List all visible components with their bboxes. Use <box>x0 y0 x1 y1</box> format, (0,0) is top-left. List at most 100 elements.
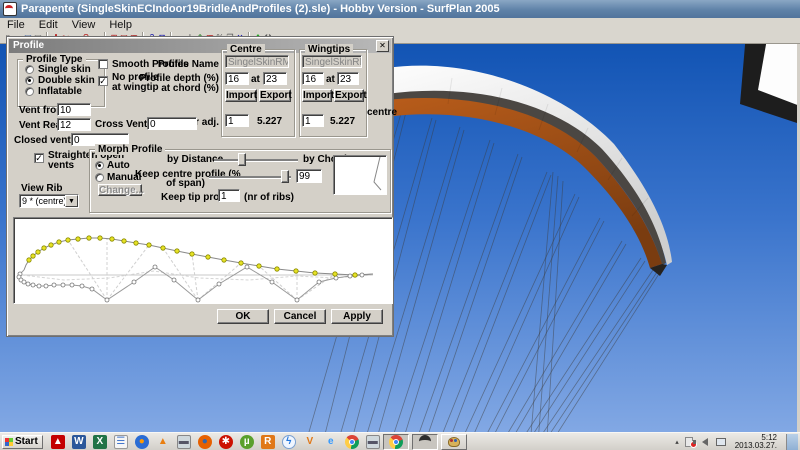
vent-front-field[interactable]: 10 <box>57 103 91 116</box>
profile-node[interactable] <box>172 278 176 282</box>
lightning-icon[interactable]: ϟ <box>282 435 296 449</box>
display-tray-icon[interactable] <box>716 436 727 447</box>
menu-help[interactable]: Help <box>102 19 139 31</box>
profile-node[interactable] <box>275 267 279 271</box>
view-rib-dropdown[interactable]: 9 * (centre) ▼ <box>19 194 79 208</box>
chrome-icon[interactable] <box>345 435 359 449</box>
radio-morph-manual[interactable] <box>95 173 104 182</box>
profile-node[interactable] <box>61 283 65 287</box>
profile-node[interactable] <box>36 250 40 254</box>
no-profile-checkbox[interactable]: ✓ <box>98 76 108 86</box>
profile-node[interactable] <box>70 283 74 287</box>
profile-node[interactable] <box>245 265 249 269</box>
profile-node[interactable] <box>31 254 35 258</box>
centre-camber-field[interactable]: 1 <box>225 114 249 127</box>
profile-node[interactable] <box>26 282 30 286</box>
centre-import-button[interactable]: Import <box>225 89 257 102</box>
profile-node[interactable] <box>190 252 194 256</box>
vent-rear-field[interactable]: 12 <box>57 118 91 131</box>
keep-centre-slider[interactable] <box>209 176 291 179</box>
profile-node[interactable] <box>295 298 299 302</box>
profile-node[interactable] <box>270 280 274 284</box>
chrome-icon-small[interactable] <box>389 435 403 449</box>
wingtips-import-button[interactable]: Import <box>302 89 332 102</box>
adobe-reader-icon[interactable]: ▲ <box>51 435 65 449</box>
profile-node[interactable] <box>196 298 200 302</box>
straighten-vents-label-2[interactable]: vents <box>48 160 74 171</box>
ok-button[interactable]: OK <box>217 309 269 324</box>
keep-centre-slider-thumb[interactable] <box>281 170 289 183</box>
centre-chord-field[interactable]: 23 <box>263 72 287 85</box>
profile-node[interactable] <box>122 239 126 243</box>
clock[interactable]: 5:12 2013.03.27. <box>735 434 777 450</box>
radio-double-skin-label[interactable]: Double skin <box>38 75 95 86</box>
profile-node[interactable] <box>222 258 226 262</box>
radio-single-skin[interactable] <box>25 65 34 74</box>
distance-chord-slider-thumb[interactable] <box>238 153 246 166</box>
close-icon[interactable]: ✕ <box>376 40 389 52</box>
profile-plot[interactable] <box>13 217 393 304</box>
profile-node[interactable] <box>76 237 80 241</box>
profile-node[interactable] <box>134 241 138 245</box>
profile-node[interactable] <box>44 284 48 288</box>
display-icon-2[interactable]: ▬ <box>366 435 380 449</box>
profile-node[interactable] <box>52 283 56 287</box>
profile-node[interactable] <box>27 258 31 262</box>
profile-node[interactable] <box>239 261 243 265</box>
menu-file[interactable]: File <box>0 19 32 31</box>
menu-edit[interactable]: Edit <box>32 19 65 31</box>
profile-node[interactable] <box>153 265 157 269</box>
volume-icon[interactable] <box>700 436 711 447</box>
firefox-icon[interactable]: ● <box>198 435 212 449</box>
straighten-vents-checkbox[interactable]: ✓ <box>34 153 44 163</box>
display-icon[interactable]: ▬ <box>177 435 191 449</box>
profile-node[interactable] <box>294 269 298 273</box>
centre-export-button[interactable]: Export <box>259 89 291 102</box>
profile-node[interactable] <box>105 298 109 302</box>
distance-chord-slider[interactable] <box>214 159 298 162</box>
profile-node[interactable] <box>348 274 352 278</box>
profile-node[interactable] <box>22 280 26 284</box>
task-list-icon[interactable]: ☰ <box>114 435 128 449</box>
show-desktop-button[interactable] <box>786 434 798 450</box>
vlc-icon[interactable]: ▲ <box>156 435 170 449</box>
profile-node[interactable] <box>57 240 61 244</box>
profile-node[interactable] <box>147 243 151 247</box>
radio-inflatable[interactable] <box>25 87 34 96</box>
profile-node[interactable] <box>66 238 70 242</box>
profile-node[interactable] <box>317 280 321 284</box>
start-button[interactable]: Start <box>2 435 43 449</box>
profile-node[interactable] <box>360 273 364 277</box>
chrome-taskbar-button[interactable] <box>383 434 409 450</box>
word-icon[interactable]: W <box>72 435 86 449</box>
profile-node[interactable] <box>132 280 136 284</box>
apply-button[interactable]: Apply <box>331 309 383 324</box>
media-player-icon[interactable]: ● <box>135 435 149 449</box>
rocketdock-icon[interactable]: R <box>261 435 275 449</box>
profile-node[interactable] <box>87 236 91 240</box>
wingtips-depth-field[interactable]: 16 <box>302 72 324 85</box>
hidden-icons-chevron[interactable]: ▴ <box>675 438 679 446</box>
menu-view[interactable]: View <box>65 19 103 31</box>
radio-morph-auto[interactable] <box>95 161 104 170</box>
profile-node[interactable] <box>37 284 41 288</box>
cancel-button[interactable]: Cancel <box>274 309 326 324</box>
radio-morph-auto-label[interactable]: Auto <box>107 160 130 171</box>
centre-profile-name-field[interactable]: SingelSkinRMIndc <box>225 55 289 68</box>
profile-node[interactable] <box>31 283 35 287</box>
keep-tip-field[interactable]: 1 <box>218 189 240 202</box>
profile-node[interactable] <box>257 264 261 268</box>
chevron-down-icon[interactable]: ▼ <box>65 195 78 207</box>
profile-node[interactable] <box>313 271 317 275</box>
surfplan-taskbar-button[interactable] <box>412 434 438 450</box>
utorrent-icon[interactable]: µ <box>240 435 254 449</box>
profile-node[interactable] <box>90 287 94 291</box>
profile-node[interactable] <box>98 236 102 240</box>
smooth-profiles-checkbox[interactable] <box>98 59 108 69</box>
wingtips-export-button[interactable]: Export <box>334 89 364 102</box>
profile-node[interactable] <box>49 243 53 247</box>
profile-node[interactable] <box>206 255 210 259</box>
cross-vents-field[interactable]: 0 <box>147 117 197 130</box>
centre-depth-field[interactable]: 16 <box>225 72 249 85</box>
wingtips-profile-name-field[interactable]: SingelSkinRMIndc <box>302 55 362 68</box>
